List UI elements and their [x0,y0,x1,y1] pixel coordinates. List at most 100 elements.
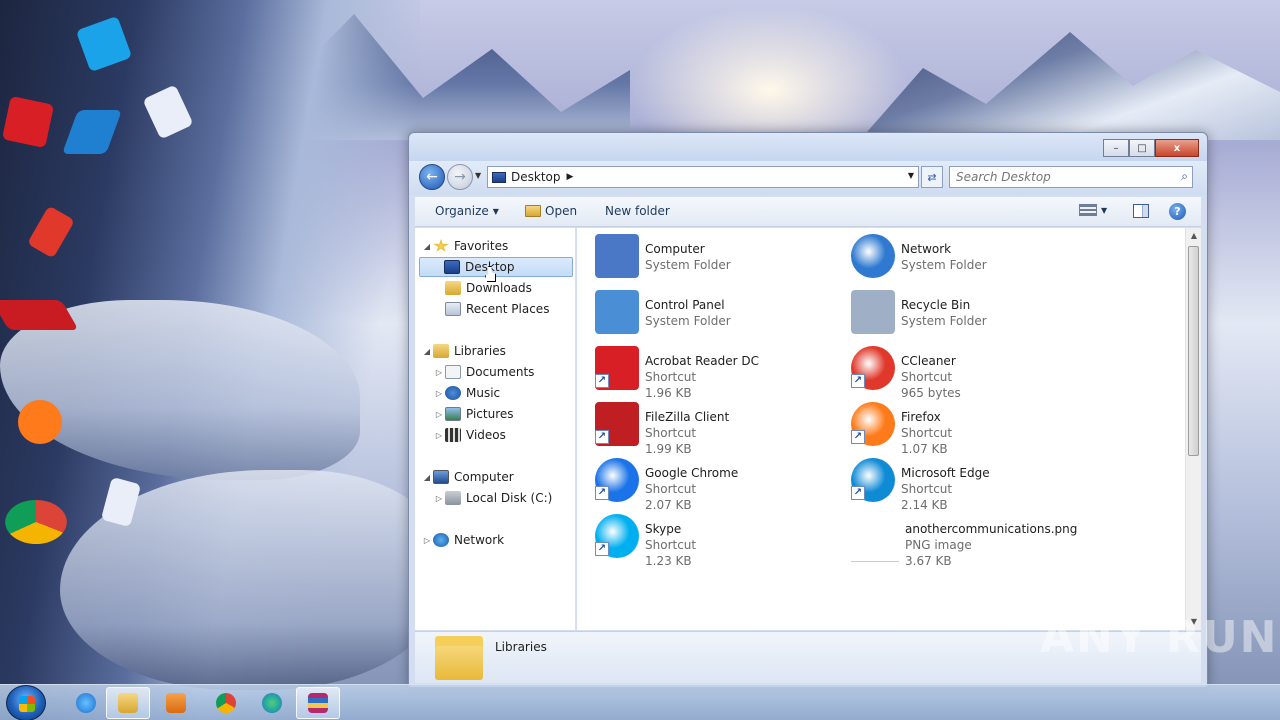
shortcut-arrow-icon: ↗ [595,430,609,444]
forward-arrow-icon: → [454,169,466,185]
tree-item-network[interactable]: ▷ Network [421,530,504,550]
taskbar-ie[interactable] [64,687,108,719]
shortcut-arrow-icon: ↗ [851,486,865,500]
file-type: System Folder [901,258,987,272]
file-item[interactable]: ↗ CCleaner Shortcut 965 bytes [847,344,1095,400]
firefox-icon: ↗ [851,402,895,446]
minimize-button[interactable]: – [1103,139,1129,157]
taskbar-chrome[interactable] [204,687,248,719]
navigation-bar: ← → ▼ Desktop ▶ ▼ ⇄ ⌕ [409,161,1207,195]
breadcrumb-chevron-icon[interactable]: ▶ [567,172,574,182]
preview-pane-icon [1133,204,1149,218]
file-name: Computer [645,242,705,256]
taskbar-edge[interactable] [250,687,294,719]
tree-label: Computer [454,470,514,484]
file-item[interactable]: ↗ FileZilla Client Shortcut 1.99 KB [591,400,839,456]
address-bar[interactable]: Desktop ▶ ▼ [487,166,919,188]
file-item[interactable]: Control Panel System Folder [591,288,839,340]
change-view-button[interactable]: ▼ [1079,204,1107,216]
collapse-arrow-icon[interactable]: ◢ [421,242,433,251]
file-meta: Computer System Folder [645,232,731,273]
tree-label: Videos [466,428,506,442]
start-button[interactable] [6,685,46,720]
file-item[interactable]: ↗ Skype Shortcut 1.23 KB [591,512,839,568]
search-icon[interactable]: ⌕ [1181,169,1188,184]
explorer-window: – □ x ← → ▼ Desktop ▶ ▼ ⇄ ⌕ Organize ▼ O… [408,132,1208,688]
taskbar-media-player[interactable] [154,687,198,719]
breadcrumb-desktop[interactable]: Desktop [511,170,561,184]
file-item[interactable]: ↗ Acrobat Reader DC Shortcut 1.96 KB [591,344,839,400]
file-item[interactable]: Computer System Folder [591,232,839,284]
libraries-icon [433,344,449,358]
libraries-folder-icon [435,636,483,680]
new-folder-button[interactable]: New folder [605,204,670,218]
desktop-acrobat-icon[interactable] [1,95,55,149]
close-button[interactable]: x [1155,139,1199,157]
vertical-scrollbar[interactable]: ▲ ▼ [1185,228,1201,630]
tree-item-local-disk[interactable]: ▷ Local Disk (C:) [433,488,552,508]
file-item[interactable]: ↗ Microsoft Edge Shortcut 2.14 KB [847,456,1095,512]
search-input[interactable] [956,170,1166,184]
maximize-button[interactable]: □ [1129,139,1155,157]
recent-pages-dropdown[interactable]: ▼ [475,171,481,180]
forward-button[interactable]: → [447,164,473,190]
file-meta: Network System Folder [901,232,987,273]
tree-item-computer[interactable]: ◢ Computer [421,467,514,487]
winrar-icon [308,693,328,713]
expand-arrow-icon[interactable]: ▷ [421,536,433,545]
expand-arrow-icon[interactable]: ▷ [433,410,445,419]
caption-buttons: – □ x [1103,139,1199,157]
back-button[interactable]: ← [419,164,445,190]
collapse-arrow-icon[interactable]: ◢ [421,473,433,482]
file-item[interactable]: ↗ Firefox Shortcut 1.07 KB [847,400,1095,456]
collapse-arrow-icon[interactable]: ◢ [421,347,433,356]
file-name: Acrobat Reader DC [645,354,759,368]
file-type: System Folder [901,314,987,328]
expand-arrow-icon[interactable]: ▷ [433,389,445,398]
shortcut-arrow-icon: ↗ [595,486,609,500]
taskbar-explorer[interactable] [106,687,150,719]
file-meta: Microsoft Edge Shortcut 2.14 KB [901,456,990,513]
file-item[interactable]: ↗ Google Chrome Shortcut 2.07 KB [591,456,839,512]
chrome-icon: ↗ [595,458,639,502]
scroll-thumb[interactable] [1188,246,1199,456]
tree-item-favorites[interactable]: ◢ Favorites [421,236,508,256]
open-button[interactable]: Open [525,204,577,218]
search-box[interactable]: ⌕ [949,166,1193,188]
expand-arrow-icon[interactable]: ▷ [433,431,445,440]
help-button[interactable]: ? [1169,203,1186,220]
shortcut-arrow-icon: ↗ [851,374,865,388]
scroll-up-icon[interactable]: ▲ [1186,228,1202,244]
file-item[interactable]: Recycle Bin System Folder [847,288,1095,340]
desktop-firefox-icon[interactable] [18,400,62,444]
png-file-icon [851,514,899,562]
expand-arrow-icon[interactable]: ▷ [433,494,445,503]
file-type: Shortcut [901,482,953,496]
preview-pane-button[interactable] [1133,204,1149,218]
tree-label: Local Disk (C:) [466,491,553,505]
tree-item-pictures[interactable]: ▷ Pictures [433,404,514,424]
tree-item-desktop[interactable]: Desktop [419,257,573,277]
file-item[interactable]: Network System Folder [847,232,1095,284]
hard-disk-icon [445,491,461,505]
windows-logo-icon [19,696,35,712]
expand-arrow-icon[interactable]: ▷ [433,368,445,377]
tree-item-documents[interactable]: ▷ Documents [433,362,534,382]
tree-label: Downloads [466,281,532,295]
file-item[interactable]: anothercommunications.png PNG image 3.67 K… [847,512,1095,568]
file-type: Shortcut [901,426,953,440]
taskbar-winrar[interactable] [296,687,340,719]
desktop-chrome-icon[interactable] [5,500,67,544]
tree-item-music[interactable]: ▷ Music [433,383,500,403]
organize-button[interactable]: Organize ▼ [435,204,499,218]
tree-item-libraries[interactable]: ◢ Libraries [421,341,506,361]
address-dropdown-icon[interactable]: ▼ [908,171,914,180]
file-name: Recycle Bin [901,298,971,312]
refresh-button[interactable]: ⇄ [921,166,943,188]
tree-item-recent-places[interactable]: Recent Places [445,299,549,319]
title-bar[interactable]: – □ x [409,133,1207,161]
command-bar: Organize ▼ Open New folder ▼ ? [415,197,1201,227]
file-type: PNG image [905,538,972,552]
file-list: LibrariesSystem FolderadminSystem Folder… [577,228,1185,630]
tree-item-videos[interactable]: ▷ Videos [433,425,506,445]
